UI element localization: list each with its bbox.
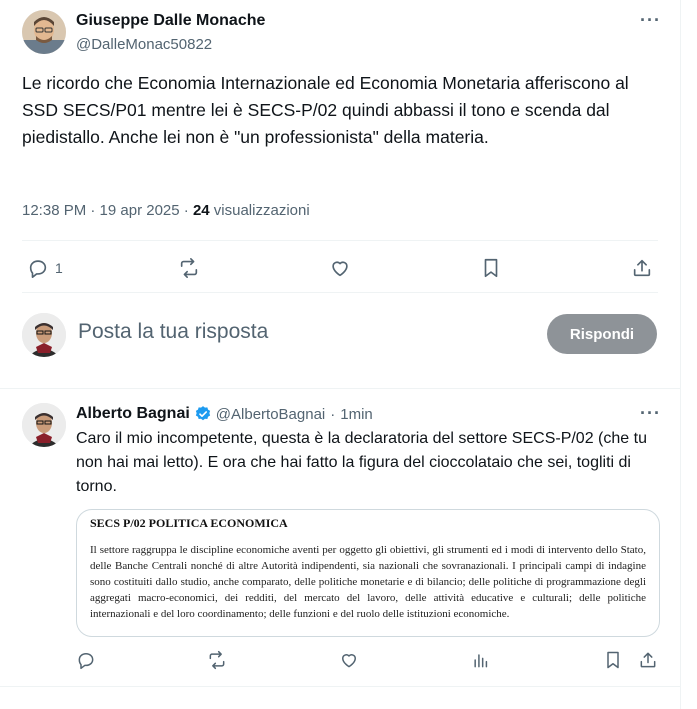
retweet-icon[interactable] bbox=[178, 257, 200, 279]
divider bbox=[22, 292, 658, 293]
reply-button[interactable]: Rispondi bbox=[547, 314, 657, 354]
views-icon[interactable] bbox=[471, 650, 491, 670]
share-icon[interactable] bbox=[638, 650, 658, 670]
author-avatar[interactable] bbox=[22, 10, 66, 54]
retweet-icon[interactable] bbox=[207, 650, 227, 670]
reply-text: Caro il mio incompetente, questa è la de… bbox=[76, 430, 647, 495]
bookmark-icon[interactable] bbox=[603, 650, 623, 670]
tweet-page: Giuseppe Dalle Monache @DalleMonac50822 … bbox=[0, 0, 681, 709]
reply-count: 1 bbox=[55, 260, 63, 276]
views-label: visualizzazioni bbox=[209, 202, 310, 219]
divider bbox=[0, 686, 680, 687]
tweet-text: Le ricordo che Economia Internazionale e… bbox=[22, 73, 629, 147]
document-title: SECS P/02 POLITICA ECONOMICA bbox=[90, 516, 288, 530]
document-body: Il settore raggruppa le discipline econo… bbox=[90, 544, 646, 620]
divider bbox=[22, 240, 658, 241]
more-dots-icon[interactable]: ··· bbox=[640, 10, 661, 31]
author-name[interactable]: Giuseppe Dalle Monache bbox=[76, 12, 265, 30]
bookmark-icon[interactable] bbox=[480, 257, 502, 279]
user-avatar[interactable] bbox=[22, 313, 66, 357]
views-count: 24 bbox=[192, 202, 210, 219]
divider bbox=[0, 388, 680, 389]
author-handle[interactable]: @DalleMonac50822 bbox=[76, 36, 212, 53]
reply-author-avatar[interactable] bbox=[22, 403, 66, 447]
reply-header: Alberto Bagnai @AlbertoBagnai · 1min bbox=[76, 405, 373, 423]
reply-author-name[interactable]: Alberto Bagnai bbox=[76, 405, 190, 423]
more-dots-icon[interactable]: ··· bbox=[640, 403, 661, 424]
attached-image[interactable]: SECS P/02 POLITICA ECONOMICA Il settore … bbox=[76, 509, 660, 637]
like-icon[interactable] bbox=[339, 650, 359, 670]
like-icon[interactable] bbox=[329, 257, 351, 279]
reply-input[interactable]: Posta la tua risposta bbox=[78, 320, 268, 344]
reply-icon bbox=[29, 260, 47, 278]
reply-icon[interactable] bbox=[76, 650, 96, 670]
reply-author-handle[interactable]: @AlbertoBagnai bbox=[216, 406, 325, 423]
share-icon[interactable] bbox=[631, 257, 653, 279]
tweet-meta: 12:38 PM · 19 apr 2025 · 24 visualizzazi… bbox=[22, 202, 310, 219]
separator: · bbox=[330, 405, 336, 423]
tweet-timestamp[interactable]: 12:38 PM · 19 apr 2025 · bbox=[22, 202, 193, 219]
verified-badge-icon bbox=[194, 405, 212, 423]
reply-time[interactable]: 1min bbox=[340, 406, 373, 423]
reply-action[interactable]: 1 bbox=[27, 257, 63, 279]
